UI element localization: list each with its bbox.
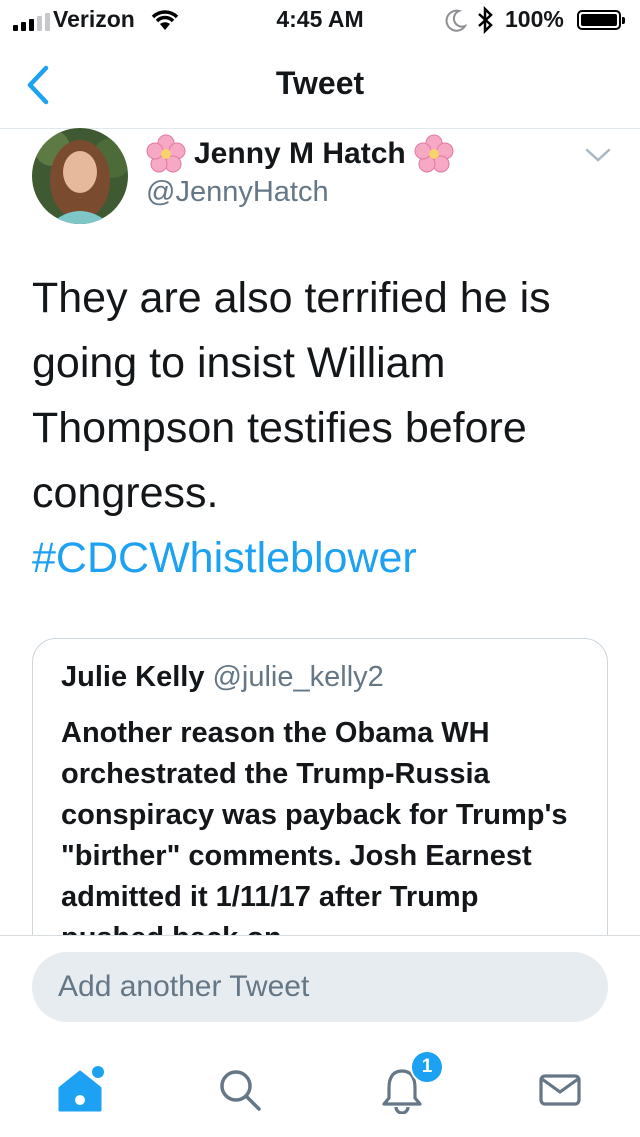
author-name-row[interactable]: Jenny M Hatch xyxy=(146,134,454,174)
add-tweet-input[interactable]: Add another Tweet xyxy=(32,952,608,1022)
quoted-author-name: Julie Kelly xyxy=(61,661,205,693)
quoted-tweet-header: Julie Kelly @julie_kelly2 xyxy=(61,661,384,694)
cherry-blossom-icon xyxy=(414,134,454,173)
navigation-bar: Tweet xyxy=(0,40,640,129)
tweet-body: They are also terrified he is going to i… xyxy=(32,266,612,591)
notifications-badge: 1 xyxy=(410,1050,444,1084)
battery-icon xyxy=(577,10,625,30)
quoted-tweet-card[interactable]: Julie Kelly @julie_kelly2 Another reason … xyxy=(32,638,608,978)
home-icon[interactable] xyxy=(56,1066,108,1114)
hashtag-link[interactable]: #CDCWhistleblower xyxy=(32,526,612,591)
bottom-panel: Add another Tweet xyxy=(0,935,640,1137)
compose-placeholder: Add another Tweet xyxy=(58,970,310,1003)
quoted-author-handle: @julie_kelly2 xyxy=(212,661,384,693)
tweet-text: They are also terrified he is going to i… xyxy=(32,274,551,517)
page-title: Tweet xyxy=(275,65,365,101)
avatar-photo xyxy=(32,128,128,224)
status-bar: Verizon 4:45 AM 100% xyxy=(0,0,640,40)
messages-icon[interactable] xyxy=(538,1066,582,1114)
tab-bar xyxy=(0,1046,640,1136)
author-name: Jenny M Hatch xyxy=(194,137,406,170)
bluetooth-icon xyxy=(478,6,493,34)
search-icon[interactable] xyxy=(216,1066,264,1114)
chevron-down-icon[interactable] xyxy=(584,146,612,164)
do-not-disturb-icon xyxy=(445,9,467,32)
quoted-tweet-text: Another reason the Obama WH orchestrated… xyxy=(61,717,568,954)
author-avatar[interactable] xyxy=(32,128,128,224)
battery-percent: 100% xyxy=(505,6,564,32)
author-handle[interactable]: @JennyHatch xyxy=(146,176,329,209)
cherry-blossom-icon xyxy=(146,134,186,173)
